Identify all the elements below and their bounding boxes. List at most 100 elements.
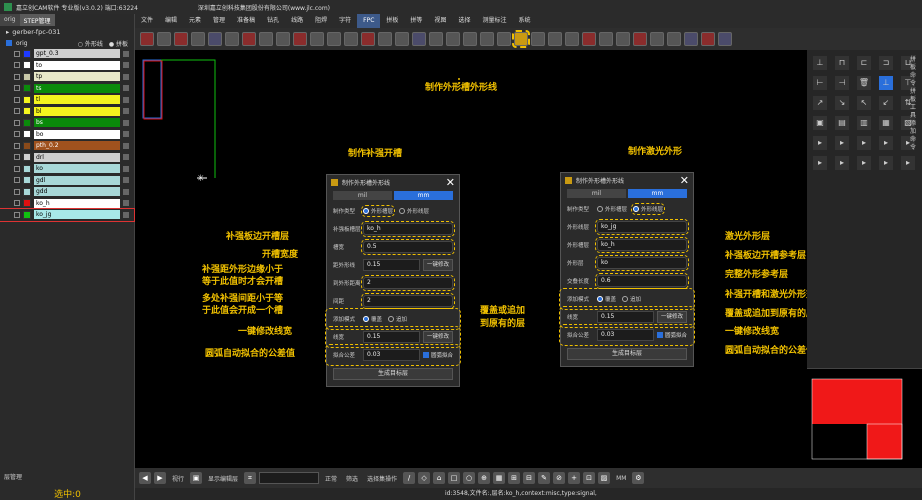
layer-checkbox[interactable] xyxy=(14,142,20,149)
layer-color-swatch[interactable] xyxy=(23,84,31,93)
mode-select[interactable]: 视行 xyxy=(169,474,187,483)
mode-overwrite-radio[interactable]: 覆盖 xyxy=(363,315,382,323)
tool-icon[interactable]: ▸ xyxy=(813,136,827,150)
layer-color-swatch[interactable] xyxy=(23,61,31,70)
layer-row[interactable]: gpt_0.3 xyxy=(0,48,134,60)
tool-icon[interactable]: ⊐ xyxy=(879,56,893,70)
layer-checkbox[interactable] xyxy=(14,188,20,195)
layer-row[interactable]: ko_h xyxy=(0,198,134,210)
layer-visibility-icon[interactable] xyxy=(123,62,129,69)
tool-button[interactable] xyxy=(412,32,426,46)
tool-icon[interactable]: ▥ xyxy=(857,116,871,130)
close-icon[interactable]: ✕ xyxy=(446,176,455,189)
layer-color-swatch[interactable] xyxy=(23,187,31,196)
tool-button[interactable] xyxy=(276,32,290,46)
layer-color-swatch[interactable] xyxy=(23,199,31,208)
layer-row[interactable]: ko_jg xyxy=(0,208,135,222)
layer-color-swatch[interactable] xyxy=(23,72,31,81)
layer-visibility-icon[interactable] xyxy=(123,154,129,161)
trash-icon[interactable]: 🗑 xyxy=(857,76,871,90)
tool-icon[interactable]: ↘ xyxy=(835,96,849,110)
layer-checkbox[interactable] xyxy=(14,154,20,161)
mode-append-radio[interactable]: 追加 xyxy=(622,295,641,303)
menu-item[interactable]: FPC xyxy=(357,14,381,28)
slot-ref-layer-field[interactable]: ko_h xyxy=(595,237,689,253)
tool-icon[interactable]: ⊣ xyxy=(835,76,849,90)
tool-icon[interactable]: ▸ xyxy=(857,156,871,170)
unit-mm-button[interactable]: mm xyxy=(628,189,687,198)
tool-button[interactable] xyxy=(259,32,273,46)
tool-icon[interactable]: ▸ xyxy=(813,156,827,170)
tool-button[interactable] xyxy=(191,32,205,46)
layer-color-swatch[interactable] xyxy=(23,95,31,104)
arc-fit-checkbox[interactable]: 圆弧拟合 xyxy=(656,331,687,339)
tool-icon[interactable]: ▨ xyxy=(598,472,611,484)
close-icon[interactable]: ✕ xyxy=(680,174,689,187)
layer-visibility-icon[interactable] xyxy=(123,188,129,195)
tool-button[interactable] xyxy=(429,32,443,46)
tool-button[interactable] xyxy=(157,32,171,46)
spacing-field[interactable]: 2 xyxy=(361,293,455,309)
tool-icon[interactable]: ▸ xyxy=(835,136,849,150)
menu-item[interactable]: 选择 xyxy=(452,14,476,28)
layer-checkbox[interactable] xyxy=(14,119,20,126)
tool-button[interactable] xyxy=(633,32,647,46)
layer-visibility-icon[interactable] xyxy=(123,108,129,115)
line-width-field[interactable]: 0.15 xyxy=(363,259,420,271)
tool-button[interactable] xyxy=(667,32,681,46)
project-name[interactable]: ▸ gerber-fpc-031 xyxy=(0,26,134,38)
normal-select[interactable]: 正常 xyxy=(322,474,340,483)
linewidth-field[interactable]: 0.15 xyxy=(363,331,420,343)
linewidth-field[interactable]: 0.15 xyxy=(597,311,654,323)
tool-icon[interactable]: ⊓ xyxy=(835,56,849,70)
tool-icon[interactable]: ⊥ xyxy=(813,56,827,70)
layer-checkbox[interactable] xyxy=(14,211,20,218)
tool-button[interactable] xyxy=(344,32,358,46)
slot-layer-field[interactable]: ko_h xyxy=(361,221,455,237)
tool-icon[interactable]: ⌂ xyxy=(433,472,446,484)
unit-mil-button[interactable]: mil xyxy=(567,189,626,198)
type-slot-radio[interactable]: 外形槽层 xyxy=(597,205,627,213)
layer-checkbox[interactable] xyxy=(14,200,20,207)
tool-button[interactable] xyxy=(140,32,154,46)
menu-item[interactable]: 拼等 xyxy=(404,14,428,28)
tool-icon[interactable]: + xyxy=(568,472,581,484)
layer-visibility-icon[interactable] xyxy=(123,119,129,126)
tool-button[interactable] xyxy=(616,32,630,46)
modify-button[interactable]: 一键修改 xyxy=(422,259,453,271)
menu-item[interactable]: 元素 xyxy=(183,14,207,28)
tool-button[interactable] xyxy=(684,32,698,46)
tool-icon[interactable]: ⊞ xyxy=(508,472,521,484)
overlap-length-field[interactable]: 0.6 xyxy=(595,273,689,289)
menu-item[interactable]: 测量标注 xyxy=(476,14,512,28)
unit-mm-button[interactable]: mm xyxy=(394,191,453,200)
layer-row[interactable]: to xyxy=(0,60,134,72)
prev-icon[interactable]: ◀ xyxy=(139,472,151,484)
tool-icon[interactable]: ▦ xyxy=(879,116,893,130)
layer-checkbox[interactable] xyxy=(14,96,20,103)
unit-select[interactable]: MM xyxy=(613,475,629,482)
tool-button[interactable] xyxy=(497,32,511,46)
layer-row[interactable]: gdl xyxy=(0,175,134,187)
tool-button[interactable] xyxy=(463,32,477,46)
type-slot-radio[interactable]: 外形槽层 xyxy=(360,205,396,217)
layer-row[interactable]: bs xyxy=(0,117,134,129)
generate-layer-button[interactable]: 生成目标层 xyxy=(567,348,687,360)
layer-checkbox[interactable] xyxy=(14,165,20,172)
layer-color-swatch[interactable] xyxy=(23,130,31,139)
tool-button[interactable] xyxy=(174,32,188,46)
tool-button[interactable] xyxy=(293,32,307,46)
tool-button[interactable] xyxy=(242,32,256,46)
tool-icon[interactable]: ◇ xyxy=(418,472,431,484)
panel-toggle[interactable]: ● 拼板 xyxy=(109,39,128,48)
tool-button[interactable] xyxy=(361,32,375,46)
outline-ref-layer-field[interactable]: ko xyxy=(595,255,689,271)
layer-checkbox[interactable] xyxy=(14,73,20,80)
make-outline-slot-button[interactable] xyxy=(512,30,530,48)
filter-checkbox[interactable]: 筛选 xyxy=(343,474,361,483)
tool-button[interactable] xyxy=(225,32,239,46)
tool-icon[interactable]: ⊡ xyxy=(583,472,596,484)
tool-button[interactable] xyxy=(718,32,732,46)
layer-row[interactable]: tp xyxy=(0,71,134,83)
tool-button[interactable] xyxy=(531,32,545,46)
